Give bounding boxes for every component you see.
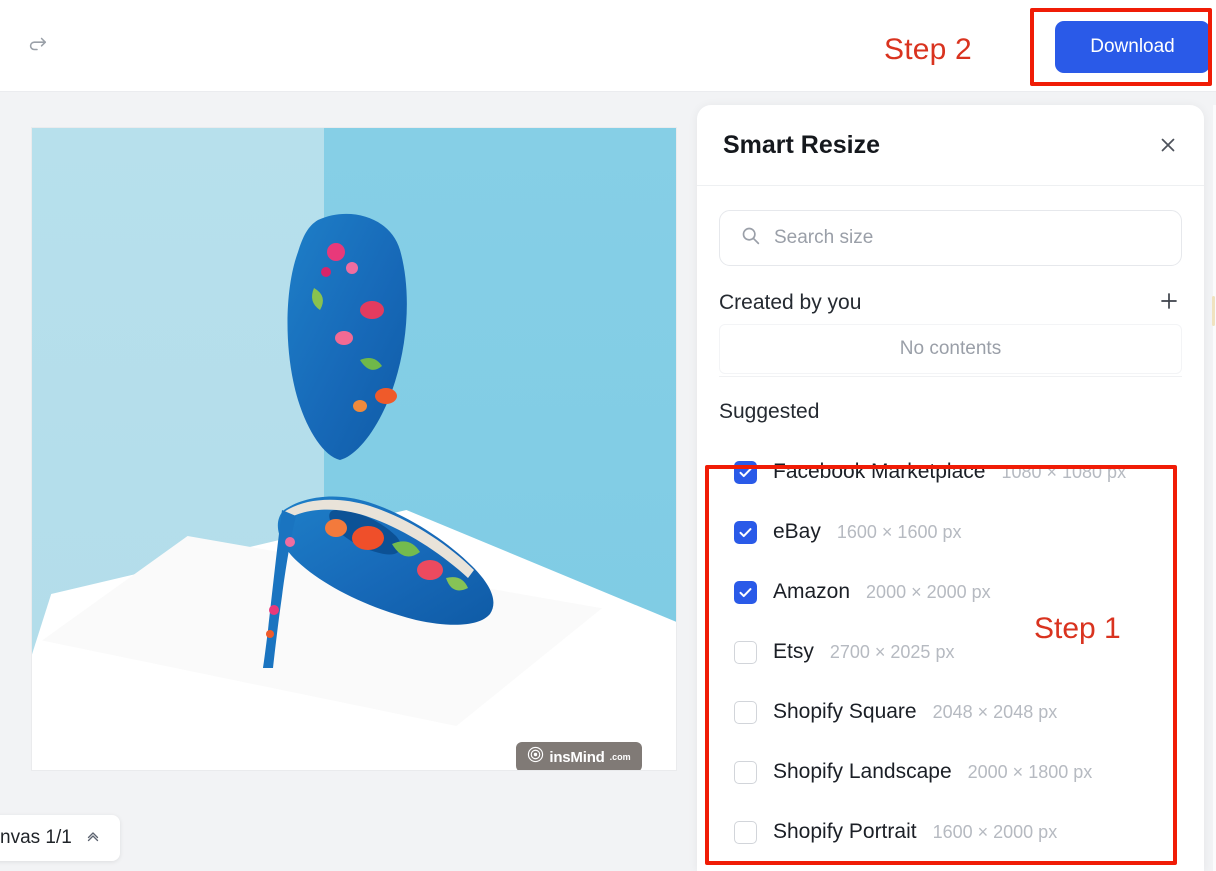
artboard-image[interactable]: insMind .com <box>32 128 676 770</box>
step2-annotation: Step 2 <box>884 33 972 66</box>
insmind-watermark: insMind .com <box>516 742 642 770</box>
canvas-page-label: nvas 1/1 <box>0 827 72 848</box>
size-label: eBay <box>773 520 821 543</box>
size-dimensions: 2048 × 2048 px <box>932 701 1058 722</box>
suggested-size-list: Facebook Marketplace 1080 × 1080 px eBay… <box>719 442 1182 862</box>
size-dimensions: 1080 × 1080 px <box>1001 461 1127 482</box>
plus-icon <box>1157 289 1181 318</box>
top-toolbar: Step 2 Download <box>0 0 1216 92</box>
size-dimensions: 2000 × 1800 px <box>967 761 1093 782</box>
size-label: Etsy <box>773 640 814 663</box>
size-dimensions: 2700 × 2025 px <box>829 641 955 662</box>
redo-icon <box>26 33 48 60</box>
list-item[interactable]: Shopify Portrait 1600 × 2000 px <box>719 802 1182 862</box>
panel-body: Created by you No contents Suggested <box>697 186 1204 862</box>
suggested-label: Suggested <box>719 400 820 423</box>
panel-title: Smart Resize <box>723 130 881 159</box>
list-item[interactable]: Etsy 2700 × 2025 px <box>719 622 1182 682</box>
add-custom-size-button[interactable] <box>1156 290 1182 316</box>
download-button[interactable]: Download <box>1055 21 1210 73</box>
size-label: Shopify Portrait <box>773 820 917 843</box>
list-item[interactable]: Shopify Landscape 2000 × 1800 px <box>719 742 1182 802</box>
list-item[interactable]: eBay 1600 × 1600 px <box>719 502 1182 562</box>
canvas-page-indicator[interactable]: nvas 1/1 <box>0 815 120 861</box>
section-divider <box>719 376 1182 377</box>
smart-resize-panel: Smart Resize Cre <box>697 105 1204 871</box>
list-item[interactable]: Shopify Square 2048 × 2048 px <box>719 682 1182 742</box>
checkbox-shopify-square[interactable] <box>734 700 757 724</box>
close-button[interactable] <box>1154 133 1182 161</box>
size-label: Shopify Landscape <box>773 760 952 783</box>
search-icon <box>740 225 761 251</box>
search-input[interactable] <box>774 227 1161 249</box>
checkbox-facebook-marketplace[interactable] <box>734 460 757 484</box>
watermark-text: insMind <box>549 748 605 766</box>
list-item[interactable]: Facebook Marketplace 1080 × 1080 px <box>719 442 1182 502</box>
panel-scrollbar-thumb[interactable] <box>1212 296 1215 326</box>
size-label: Facebook Marketplace <box>773 460 986 483</box>
list-item[interactable]: Amazon 2000 × 2000 px <box>719 562 1182 622</box>
close-icon <box>1157 134 1179 161</box>
size-dimensions: 1600 × 1600 px <box>836 521 962 542</box>
size-label: Amazon <box>773 580 851 603</box>
size-label: Shopify Square <box>773 700 917 723</box>
checkbox-amazon[interactable] <box>734 580 757 604</box>
checkbox-ebay[interactable] <box>734 520 757 544</box>
app-root: Step 2 Download insMind .com nvas 1/1 Sm… <box>0 0 1216 871</box>
created-by-you-header: Created by you <box>719 290 1182 316</box>
insmind-logo-icon <box>527 746 544 768</box>
checkbox-shopify-portrait[interactable] <box>734 820 757 844</box>
watermark-suffix: .com <box>609 752 631 762</box>
redo-button[interactable] <box>22 31 52 61</box>
panel-header: Smart Resize <box>697 105 1204 186</box>
search-size-box[interactable] <box>719 210 1182 266</box>
checkbox-etsy[interactable] <box>734 640 757 664</box>
photo-high-heel-shoe <box>240 210 530 670</box>
created-empty-state: No contents <box>719 324 1182 374</box>
size-dimensions: 2000 × 2000 px <box>866 581 991 602</box>
checkbox-shopify-landscape[interactable] <box>734 760 757 784</box>
size-dimensions: 1600 × 2000 px <box>932 821 1058 842</box>
chevron-up-icon[interactable] <box>84 827 102 850</box>
created-by-you-label: Created by you <box>719 291 862 314</box>
